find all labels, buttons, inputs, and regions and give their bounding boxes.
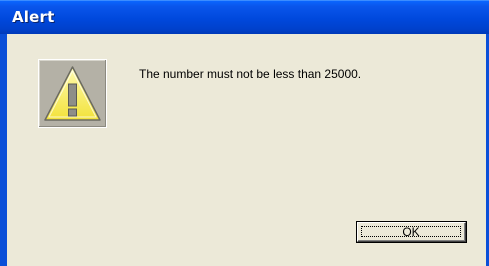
alert-message: The number must not be less than 25000. [139,67,362,81]
dialog-body: The number must not be less than 25000. … [7,34,486,266]
warning-icon [38,59,107,128]
window-title: Alert [12,8,55,26]
ok-button-label: OK [361,225,461,239]
alert-dialog: Alert The number must not be less than 2… [0,0,489,266]
ok-button[interactable]: OK [357,222,466,242]
title-bar[interactable]: Alert [0,0,489,34]
